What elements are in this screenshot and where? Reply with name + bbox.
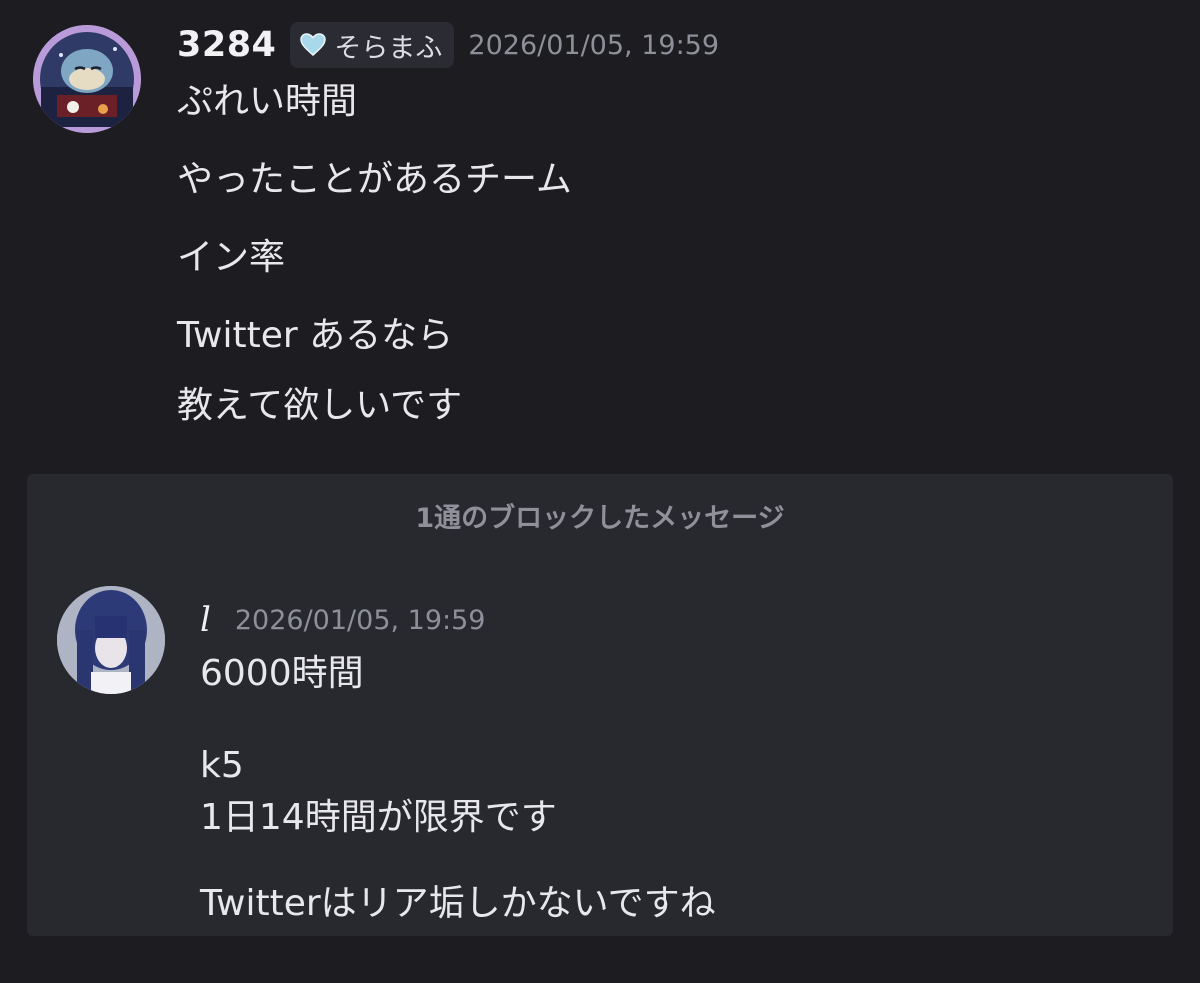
- server-tag[interactable]: そらまふ: [290, 22, 455, 68]
- message-line: イン率: [177, 237, 286, 278]
- blocked-messages[interactable]: 1通のブロックしたメッセージ l 2026/01/05, 19:59 6000時…: [27, 474, 1173, 936]
- message-line: Twitter あるなら: [177, 315, 454, 356]
- timestamp: 2026/01/05, 19:59: [468, 29, 720, 61]
- message-line: k5: [200, 745, 244, 786]
- message-line: 6000時間: [200, 653, 364, 694]
- timestamp: 2026/01/05, 19:59: [234, 604, 486, 636]
- message-line: やったことがあるチーム: [177, 159, 572, 200]
- message-line: Twitterはリア垢しかないですね: [200, 883, 716, 924]
- message-line: ぷれい時間: [177, 81, 358, 122]
- chat-view: 3284 そらまふ 2026/01/05, 19:59 ぷれい時間 やったことが…: [0, 0, 1200, 983]
- avatar[interactable]: [33, 25, 141, 133]
- message-content: 6000時間 k5 1日14時間が限界です Twitterはリア垢しかないですね: [200, 648, 1140, 930]
- message-header: l 2026/01/05, 19:59: [200, 598, 485, 642]
- heart-icon: [300, 32, 327, 58]
- message-content: ぷれい時間 やったことがあるチーム イン率 Twitter あるなら 教えて欲し…: [177, 76, 1157, 432]
- blocked-messages-toggle[interactable]: 1通のブロックしたメッセージ: [27, 496, 1173, 535]
- username[interactable]: l: [200, 600, 211, 640]
- username[interactable]: 3284: [177, 25, 276, 65]
- server-tag-label: そらまふ: [334, 32, 443, 64]
- avatar[interactable]: [57, 586, 165, 694]
- message-header: 3284 そらまふ 2026/01/05, 19:59: [177, 22, 719, 68]
- message-line: 1日14時間が限界です: [200, 797, 557, 838]
- message-line: 教えて欲しいです: [177, 385, 463, 426]
